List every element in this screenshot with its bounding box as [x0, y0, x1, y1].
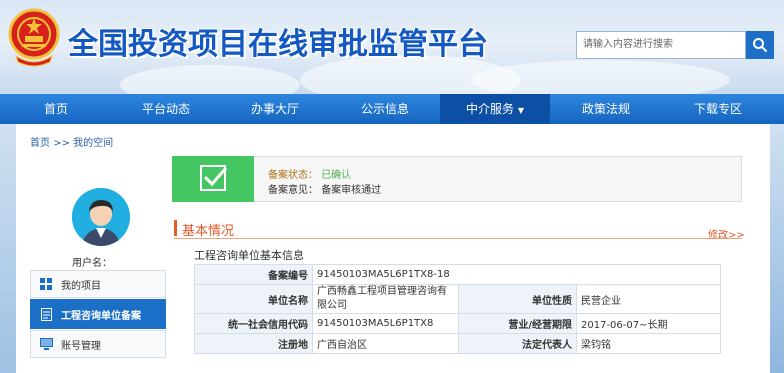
nav-item-public-info[interactable]: 公示信息	[330, 94, 440, 124]
search-icon	[753, 38, 768, 53]
username-label: 用户名：	[72, 258, 112, 269]
left-background-strip	[0, 124, 16, 373]
table-key: 备案编号	[194, 264, 313, 285]
menu-item-label: 账号管理	[61, 340, 101, 352]
cloud-decoration	[120, 65, 300, 94]
menu-item-label: 我的项目	[61, 280, 101, 292]
user-avatar-icon	[72, 188, 130, 246]
cloud-decoration	[470, 60, 730, 94]
edit-link[interactable]: 修改>>	[708, 226, 745, 241]
menu-item-account-management[interactable]: 账号管理	[30, 330, 166, 358]
monitor-icon	[31, 338, 61, 350]
table-value: 广西畅鑫工程项目管理咨询有限公司	[312, 284, 459, 314]
site-header: 全国投资项目在线审批监管平台	[0, 0, 784, 94]
caret-down-icon: ▼	[517, 106, 524, 115]
right-background-strip	[770, 124, 784, 373]
menu-item-label: 工程咨询单位备案	[61, 310, 141, 322]
table-row: 注册地 广西自治区 法定代表人 梁钧铭	[194, 333, 721, 354]
status-state-value: 已确认	[321, 170, 352, 181]
document-icon	[31, 307, 61, 321]
status-state-line: 备案状态： 已确认	[268, 166, 351, 181]
table-value: 91450103MA5L6P1TX8	[312, 313, 459, 334]
table-key: 单位性质	[458, 284, 577, 314]
status-opinion-line: 备案意见： 备案审核通过	[268, 181, 381, 196]
table-key: 营业/经营期限	[458, 313, 577, 334]
table-key: 法定代表人	[458, 333, 577, 354]
table-row: 统一社会信用代码 91450103MA5L6P1TX8 营业/经营期限 2017…	[194, 313, 721, 334]
breadcrumb-home[interactable]: 首页	[30, 138, 50, 149]
avatar	[72, 188, 130, 246]
table-value: 梁钧铭	[576, 333, 721, 354]
nav-item-home[interactable]: 首页	[0, 94, 112, 124]
status-opinion-value: 备案审核通过	[321, 185, 382, 196]
grid-icon	[31, 278, 61, 290]
nav-item-policies[interactable]: 政策法规	[550, 94, 662, 124]
table-key: 单位名称	[194, 284, 313, 314]
table-value: 91450103MA5L6P1TX8-18	[312, 264, 721, 285]
menu-item-my-projects[interactable]: 我的项目	[30, 270, 166, 298]
national-emblem-icon	[8, 8, 60, 67]
site-title: 全国投资项目在线审批监管平台	[68, 27, 488, 62]
section-header-bar	[174, 220, 177, 236]
nav-item-service-hall[interactable]: 办事大厅	[220, 94, 330, 124]
table-row: 单位名称 广西畅鑫工程项目管理咨询有限公司 单位性质 民营企业	[194, 284, 721, 314]
status-check-block	[172, 156, 254, 202]
table-key: 注册地	[194, 333, 313, 354]
status-opinion-key: 备案意见：	[268, 185, 318, 196]
search-button[interactable]	[746, 31, 774, 59]
status-panel	[172, 156, 742, 202]
nav-item-platform-news[interactable]: 平台动态	[112, 94, 220, 124]
breadcrumb-separator: >>	[53, 138, 70, 149]
table-value: 2017-06-07~长期	[576, 313, 721, 334]
search-box	[576, 31, 749, 59]
breadcrumb: 首页 >> 我的空间	[30, 134, 113, 149]
search-input[interactable]	[577, 32, 749, 56]
main-nav: 首页 平台动态 办事大厅 公示信息 中介服务 ▼ 政策法规 下载专区	[0, 94, 784, 124]
table-value: 民营企业	[576, 284, 721, 314]
table-value: 广西自治区	[312, 333, 459, 354]
status-state-key: 备案状态：	[268, 170, 318, 181]
table-key: 统一社会信用代码	[194, 313, 313, 334]
basic-info-table: 备案编号 91450103MA5L6P1TX8-18 单位名称 广西畅鑫工程项目…	[194, 264, 721, 354]
breadcrumb-current[interactable]: 我的空间	[73, 138, 113, 149]
menu-item-consulting-registration[interactable]: 工程咨询单位备案	[30, 299, 166, 329]
section-title: 基本情况	[182, 224, 235, 239]
checkmark-icon	[200, 165, 228, 191]
table-row: 备案编号 91450103MA5L6P1TX8-18	[194, 264, 721, 285]
nav-item-agency-service[interactable]: 中介服务 ▼	[440, 94, 550, 124]
nav-item-downloads[interactable]: 下载专区	[662, 94, 774, 124]
section-header-line	[174, 220, 742, 239]
section-subtitle: 工程咨询单位基本信息	[194, 249, 304, 262]
